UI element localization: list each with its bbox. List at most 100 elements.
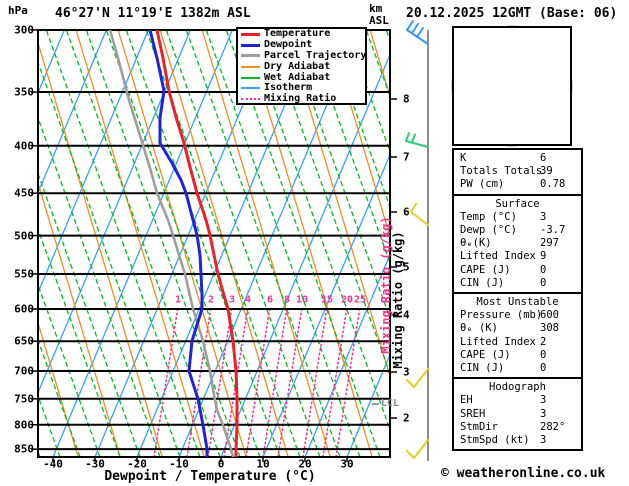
legend-line-swatch-icon [241, 65, 260, 68]
legend-line-swatch-icon [241, 87, 260, 90]
pressure-tick-label: 300 [14, 23, 34, 37]
table-row-value: 0 [540, 362, 547, 375]
stats-tables: K 6 Totals Totals 39 PW (cm) 0.78 Surface Temp … [452, 148, 583, 452]
table-row: θₑ(K) 297 [454, 237, 581, 250]
km-tick-label: 3 [403, 365, 410, 379]
pressure-tick-label: 800 [14, 418, 34, 432]
table-title: Most Unstable [476, 296, 559, 309]
legend-item-label: Mixing Ratio [264, 93, 337, 105]
skewt-sounding-page: { "header": { "pressure_unit": "hPa", "s… [0, 0, 629, 486]
km-tick-label: 4 [403, 308, 410, 322]
wind-barb-1 [405, 132, 429, 148]
stats-table-hodograph: Hodograph EH 3 SREH 3 StmDir 282° StmSpd (kt) 3 [452, 377, 583, 452]
pressure-tick-label: 600 [14, 302, 34, 316]
pressure-tick-label: 550 [14, 267, 34, 281]
legend-item: Parcel Trajectory [238, 49, 367, 62]
table-row-value: -3.7 [540, 224, 566, 237]
datetime-title: 20.12.2025 12GMT (Base: 06) [406, 6, 618, 21]
wind-barb-2 [410, 203, 429, 226]
mixing-ratio-value-label: 10 [295, 294, 309, 306]
legend-line-swatch-icon [241, 98, 260, 101]
table-row-value: 9 [540, 250, 547, 263]
table-row-value: 0 [540, 276, 547, 289]
table-row-value: 297 [540, 237, 559, 250]
table-row-label: Dewp (°C) [460, 224, 517, 237]
km-tick-label: 8 [403, 92, 410, 106]
pressure-tick-label: 850 [14, 442, 34, 456]
pressure-tick-label: 500 [14, 229, 34, 243]
lcl-label: LCL [381, 398, 400, 409]
temp-tick-label: -40 [43, 457, 63, 471]
wind-barb-0 [406, 20, 429, 45]
table-row-label: StmSpd (kt) [460, 434, 530, 447]
km-tick-label: 7 [403, 150, 410, 164]
table-row-value: 3 [540, 434, 547, 447]
table-title: Hodograph [489, 381, 546, 394]
table-row-label: CAPE (J) [460, 348, 511, 361]
table-row: CIN (J) 0 [454, 362, 581, 375]
legend-line-swatch-icon [241, 54, 260, 58]
legend-item: Dry Adiabat [238, 61, 365, 72]
mixing-ratio-value-label: 25 [353, 294, 367, 306]
km-tick-label: 2 [403, 411, 410, 425]
mixing-ratio-value-label: 2 [207, 294, 215, 306]
temp-tick-label: 10 [256, 457, 270, 471]
table-row-value: 2 [540, 335, 547, 348]
table-row-value: 0 [540, 348, 547, 361]
mixing-ratio-value-label: 8 [283, 294, 291, 306]
mixing-ratio-value-label: 20 [340, 294, 354, 306]
table-row: CAPE (J) 0 [454, 349, 581, 362]
legend-item-label: Dry Adiabat [264, 60, 331, 72]
pressure-tick-label: 650 [14, 334, 34, 348]
table-row-label: EH [460, 394, 473, 407]
legend-item-label: Temperature [264, 28, 331, 40]
x-axis-title: Dewpoint / Temperature (°C) [104, 469, 316, 484]
table-row: CAPE (J) 0 [454, 264, 581, 277]
table-row-value: 0 [540, 263, 547, 276]
table-row-label: Pressure (mb) [460, 309, 543, 322]
table-row: Temp (°C) 3 [454, 211, 581, 224]
table-row: PW (cm) 0.78 [454, 178, 581, 191]
legend-item-label: Parcel Trajectory [264, 49, 367, 61]
table-row-label: CAPE (J) [460, 263, 511, 276]
legend-item-label: Isotherm [264, 82, 313, 94]
table-row: CIN (J) 0 [454, 277, 581, 290]
stats-table-indices: K 6 Totals Totals 39 PW (cm) 0.78 [452, 148, 583, 196]
pressure-tick-label: 700 [14, 364, 34, 378]
table-row-label: Temp (°C) [460, 210, 517, 223]
table-row-value: 282° [540, 420, 566, 433]
table-row: StmDir 282° [454, 421, 581, 434]
mixing-ratio-value-label: 4 [244, 294, 252, 306]
temp-tick-label: 0 [217, 457, 225, 471]
mixing-ratio-value-label: 3 [228, 294, 236, 306]
table-row-value: 6 [540, 152, 547, 164]
table-row: θₑ (K) 308 [454, 322, 581, 335]
table-row-label: CIN (J) [460, 276, 505, 289]
legend-line-swatch-icon [241, 76, 260, 79]
table-row-value: 0.78 [540, 178, 566, 191]
station-title: 46°27'N 11°19'E 1382m ASL [55, 6, 251, 21]
km-tick-label: 5 [403, 260, 410, 274]
dewpoint-curve [148, 30, 209, 457]
pressure-tick-label: 400 [14, 139, 34, 153]
table-row-label: SREH [460, 407, 486, 420]
table-row-label: Totals Totals [460, 165, 543, 178]
table-row-label: θₑ(K) [460, 237, 492, 250]
mixing-ratio-value-label: 1 [174, 294, 182, 306]
table-row-value: 3 [540, 407, 547, 420]
legend-item-label: Dewpoint [264, 39, 313, 51]
table-row-value: 308 [540, 322, 559, 335]
footer-credit: © weatheronline.co.uk [441, 466, 606, 481]
legend-item: Dewpoint [238, 40, 365, 51]
table-row: Lifted Index 2 [454, 336, 581, 349]
table-row-label: Lifted Index [460, 250, 536, 263]
pressure-tick-label: 450 [14, 186, 34, 200]
stats-table-surface: Surface Temp (°C) 3 Dewp (°C) -3.7 θₑ(K) 297 Li… [452, 193, 583, 295]
pressure-tick-label: 350 [14, 85, 34, 99]
table-row: Pressure (mb) 600 [454, 309, 581, 322]
table-row-value: 3 [540, 210, 547, 223]
legend-line-swatch-icon [241, 43, 260, 47]
table-row: EH 3 [454, 394, 581, 407]
table-row-label: K [460, 152, 467, 164]
temp-tick-label: 30 [340, 457, 354, 471]
